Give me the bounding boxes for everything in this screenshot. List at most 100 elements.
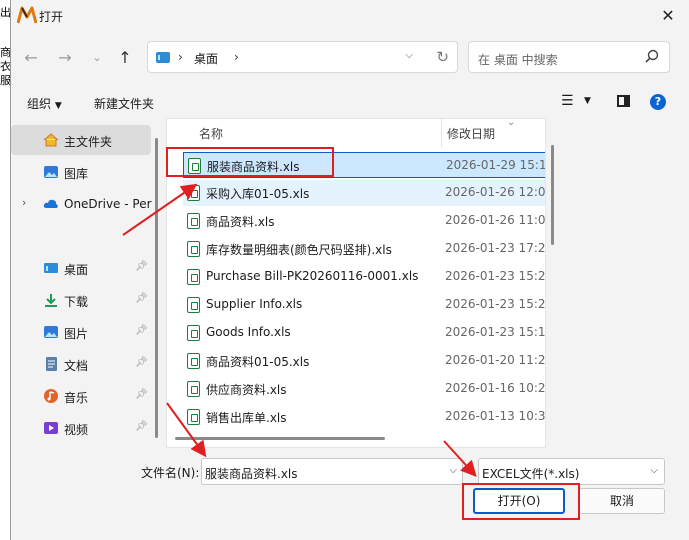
sidebar-item-videos[interactable]: 视频 📌︎ (11, 413, 151, 443)
sidebar-item-label: 文档 (64, 359, 89, 373)
chevron-right-icon[interactable]: › (22, 196, 26, 209)
chevron-down-icon: ▼ (54, 101, 62, 111)
pin-icon[interactable]: 📌︎ (135, 357, 148, 368)
forward-arrow-icon[interactable]: → (55, 48, 75, 68)
documents-icon (46, 357, 57, 371)
address-dropdown-icon[interactable]: ⌵ (405, 50, 413, 61)
sidebar-scrollbar[interactable] (155, 138, 158, 438)
column-header-name[interactable]: 名称 (199, 125, 223, 142)
app-logo-icon (17, 6, 37, 24)
file-row[interactable]: 供应商资料.xls 2026-01-16 10:2 (183, 376, 545, 402)
cancel-button[interactable]: 取消 (579, 488, 665, 514)
view-options-icon[interactable]: ☰ (561, 93, 574, 109)
breadcrumb-location[interactable]: 桌面 (194, 50, 218, 67)
file-name: 采购入库01-05.xls (206, 187, 310, 201)
bg-fragment: 服 (0, 74, 10, 87)
pin-icon[interactable]: 📌︎ (135, 261, 148, 272)
search-box[interactable]: 在 桌面 中搜索 (468, 41, 670, 73)
pictures-icon (44, 326, 58, 338)
window-title: 打开 (39, 10, 64, 24)
chevron-down-icon[interactable]: ▼ (584, 96, 591, 106)
sidebar-item-gallery[interactable]: 图库 (11, 157, 151, 187)
horizontal-scrollbar[interactable] (175, 437, 385, 440)
file-name: Goods Info.xls (206, 325, 291, 339)
filetype-select[interactable]: EXCEL文件(*.xls) ⌵ (478, 458, 665, 485)
close-icon[interactable]: ✕ (656, 4, 680, 28)
gallery-icon (44, 166, 58, 178)
file-name: 销售出库单.xls (206, 411, 287, 425)
file-date: 2026-01-23 15:2 (445, 269, 546, 283)
open-file-dialog: 打开 ✕ ← → ⌄ ↑ › 桌面 › ⌵ ↻ 在 桌面 中搜索 组织 ▼ 新建… (10, 0, 689, 540)
chevron-down-icon[interactable]: ⌵ (449, 465, 457, 476)
sidebar-item-pictures[interactable]: 图片 📌︎ (11, 317, 151, 347)
file-name: Purchase Bill-PK20260116-0001.xls (206, 269, 419, 283)
file-name: 库存数量明细表(颜色尺码竖排).xls (206, 243, 392, 257)
annotation-box-selected-file (166, 147, 334, 177)
file-date: 2026-01-26 12:0 (445, 185, 546, 199)
file-date: 2026-01-26 11:0 (445, 213, 546, 227)
file-date: 2026-01-23 15:2 (445, 297, 546, 311)
desktop-icon (156, 52, 170, 63)
file-row[interactable]: 商品资料.xls 2026-01-26 11:0 (183, 208, 546, 234)
sidebar-item-label: 视频 (64, 423, 89, 437)
help-icon[interactable]: ? (650, 94, 666, 110)
refresh-icon[interactable]: ↻ (436, 48, 449, 66)
file-date: 2026-01-23 17:2 (445, 241, 546, 255)
excel-file-icon (187, 213, 200, 229)
sidebar-item-home[interactable]: 主文件夹 (11, 125, 151, 155)
filetype-value: EXCEL文件(*.xls) (482, 467, 580, 481)
back-arrow-icon[interactable]: ← (21, 48, 41, 68)
file-row[interactable]: 采购入库01-05.xls 2026-01-26 12:0 (183, 180, 546, 206)
sidebar-item-downloads[interactable]: 下载 📌︎ (11, 285, 151, 315)
excel-file-icon (187, 353, 200, 369)
sidebar-item-label: OneDrive - Per (64, 197, 152, 211)
sidebar-item-onedrive[interactable]: › OneDrive - Per (11, 189, 152, 219)
pin-icon[interactable]: 📌︎ (135, 389, 148, 400)
excel-file-icon (187, 241, 200, 257)
excel-file-icon (187, 325, 200, 341)
sidebar-item-music[interactable]: 音乐 📌︎ (11, 381, 151, 411)
file-date: 2026-01-23 15:1 (445, 325, 546, 339)
sidebar-item-desktop[interactable]: 桌面 📌︎ (11, 253, 151, 283)
sidebar-item-documents[interactable]: 文档 📌︎ (11, 349, 151, 379)
chevron-down-icon[interactable]: ⌵ (650, 465, 658, 476)
search-icon (645, 49, 659, 63)
sidebar-item-label: 图片 (64, 327, 89, 341)
sidebar-item-label: 下载 (64, 295, 89, 309)
file-date: 2026-01-20 11:2 (445, 353, 546, 367)
new-folder-button[interactable]: 新建文件夹 (94, 95, 154, 112)
file-row[interactable]: 销售出库单.xls 2026-01-13 10:3 (183, 404, 545, 430)
file-name: 商品资料.xls (206, 215, 275, 229)
organize-label: 组织 (27, 97, 52, 111)
home-icon (43, 133, 59, 147)
pin-icon[interactable]: 📌︎ (135, 293, 148, 304)
pin-icon[interactable]: 📌︎ (135, 421, 148, 432)
filename-input[interactable]: 服装商品资料.xls ⌵ (201, 458, 463, 485)
annotation-box-open-button (462, 483, 580, 520)
column-divider[interactable] (441, 119, 442, 147)
file-date: 2026-01-29 15:1 (446, 158, 546, 172)
file-row[interactable]: Goods Info.xls 2026-01-23 15:1 (183, 320, 546, 346)
download-icon (45, 294, 57, 307)
excel-file-icon (187, 409, 200, 425)
excel-file-icon (187, 381, 200, 397)
address-bar[interactable]: › 桌面 › ⌵ ↻ (147, 41, 458, 73)
column-header-date[interactable]: 修改日期 (447, 125, 495, 142)
file-row[interactable]: 库存数量明细表(颜色尺码竖排).xls 2026-01-23 17:2 (183, 236, 546, 262)
up-arrow-icon[interactable]: ↑ (115, 48, 135, 68)
desktop-icon (44, 263, 58, 273)
organize-button[interactable]: 组织 ▼ (27, 95, 62, 112)
pin-icon[interactable]: 📌︎ (135, 325, 148, 336)
breadcrumb-separator-icon[interactable]: › (234, 50, 239, 64)
file-row[interactable]: 商品资料01-05.xls 2026-01-20 11:2 (183, 348, 546, 374)
title-bar: 打开 ✕ (11, 0, 689, 32)
excel-file-icon (187, 269, 200, 285)
file-row[interactable]: Purchase Bill-PK20260116-0001.xls 2026-0… (183, 264, 546, 290)
cloud-icon (43, 199, 58, 208)
bg-fragment: 出 (0, 6, 10, 19)
file-row[interactable]: Supplier Info.xls 2026-01-23 15:2 (183, 292, 546, 318)
filename-label: 文件名(N): (141, 466, 200, 480)
recent-dropdown-icon[interactable]: ⌄ (87, 48, 107, 68)
vertical-scrollbar[interactable] (551, 145, 554, 245)
preview-pane-icon[interactable] (617, 95, 630, 107)
